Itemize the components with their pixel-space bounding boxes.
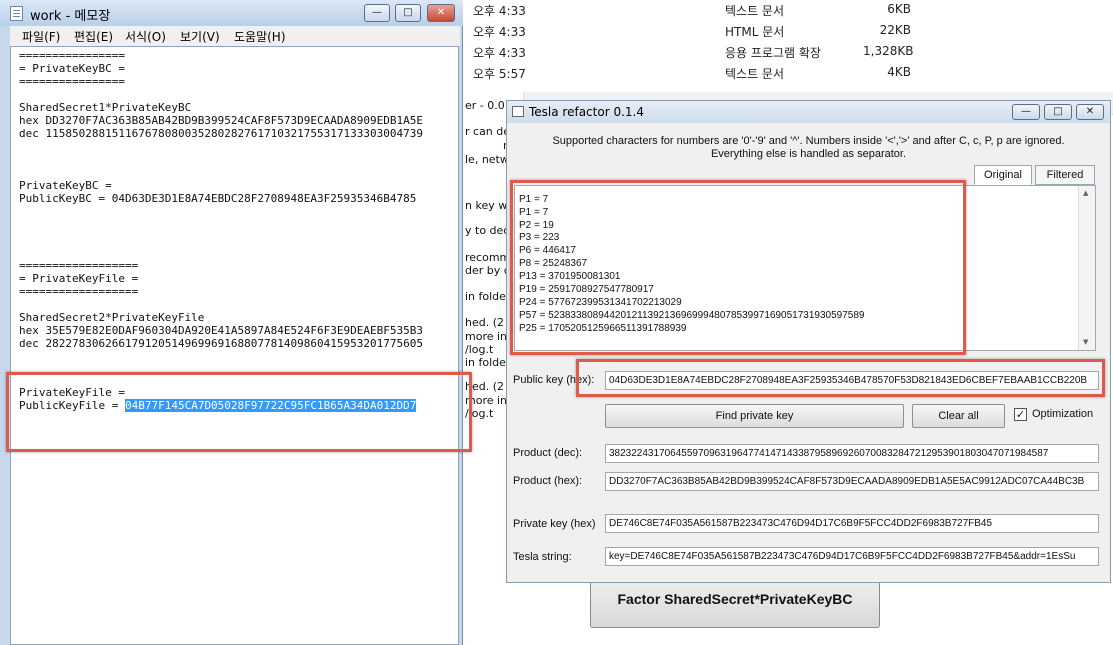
product-dec-field[interactable]: 3823224317064559709631964774147143387958…	[605, 444, 1099, 463]
file-time: 오후 5:57	[473, 67, 526, 81]
optimization-label: Optimization	[1032, 408, 1094, 420]
product-hex-field[interactable]: DD3270F7AC363B85AB42BD9B399524CAF8F573D9…	[605, 472, 1099, 491]
background-text-fragment: in folde	[465, 290, 506, 303]
background-text-fragment: in folde	[465, 356, 506, 369]
file-row[interactable]: 오후 4:33 HTML 문서 22KB	[463, 21, 1113, 42]
background-text-fragment: y to dec	[465, 224, 510, 237]
background-text-fragment: recomm	[465, 251, 511, 264]
text-line: SharedSecret1*PrivateKeyBC	[19, 101, 192, 114]
menu-file[interactable]: 파일(F)	[22, 28, 60, 45]
menu-help[interactable]: 도움말(H)	[234, 28, 286, 45]
vertical-scrollbar[interactable]: ▲ ▼	[1078, 186, 1095, 350]
text-line: ==================	[19, 285, 139, 298]
text-line: = PrivateKeyFile =	[19, 272, 139, 285]
file-type: 텍스트 문서	[725, 67, 785, 81]
text-line: SharedSecret2*PrivateKeyFile	[19, 311, 205, 324]
text-line: dec 282278306266179120514969969168807781…	[19, 337, 423, 350]
menu-format[interactable]: 서식(O)	[125, 28, 166, 45]
text-line: hex 35E579E82E0DAF960304DA920E41A5897A84…	[19, 324, 423, 337]
text-line: ================	[19, 49, 125, 62]
file-size: 4KB	[887, 65, 911, 79]
find-private-key-button[interactable]: Find private key	[605, 404, 904, 428]
file-time: 오후 4:33	[473, 46, 526, 60]
menu-view[interactable]: 보기(V)	[180, 28, 220, 45]
annotation-box-public-key-file	[6, 372, 472, 452]
tesla-string-label: Tesla string:	[513, 551, 572, 563]
file-row[interactable]: 오후 4:33 텍스트 문서 6KB	[463, 0, 1113, 21]
file-size: 6KB	[887, 2, 911, 16]
scroll-down-icon[interactable]: ▼	[1083, 338, 1088, 346]
file-size: 22KB	[879, 23, 911, 37]
notepad-titlebar[interactable]: work - 메모장 — □ ✕	[0, 0, 463, 26]
dialog-title: Tesla refactor 0.1.4	[529, 105, 644, 119]
notepad-window: work - 메모장 — □ ✕ 파일(F) 편집(E) 서식(O) 보기(V)…	[0, 0, 463, 645]
text-line: PublicKeyBC = 04D63DE3D1E8A74EBDC28F2708…	[19, 192, 417, 205]
text-line: ================	[19, 75, 125, 88]
info-text-line1: Supported characters for numbers are '0'…	[552, 135, 1065, 147]
text-line: hex DD3270F7AC363B85AB42BD9B399524CAF8F5…	[19, 114, 423, 127]
maximize-button[interactable]: □	[395, 4, 421, 22]
private-key-field[interactable]: DE746C8E74F035A561587B223473C476D94D17C6…	[605, 514, 1099, 533]
info-text-line2: Everything else is handled as separator.	[710, 148, 907, 160]
product-dec-label: Product (dec):	[513, 447, 583, 459]
background-text-fragment: r can de	[465, 125, 511, 138]
background-text-fragment: le, netw	[465, 153, 509, 166]
background-text-fragment: er - 0.0	[465, 99, 505, 112]
text-editor-area[interactable]: ================ = PrivateKeyBC = ======…	[10, 46, 459, 645]
annotation-box-primes	[510, 180, 966, 355]
close-button[interactable]: ✕	[427, 4, 455, 22]
tab-original[interactable]: Original	[974, 165, 1032, 185]
text-line: = PrivateKeyBC =	[19, 62, 125, 75]
file-time: 오후 4:33	[473, 25, 526, 39]
background-text-fragment: /log.t	[465, 343, 494, 356]
file-size: 1,328KB	[863, 44, 914, 58]
clear-all-button[interactable]: Clear all	[912, 404, 1005, 428]
minimize-button[interactable]: —	[1012, 104, 1040, 120]
file-type: 응용 프로그램 확장	[725, 46, 821, 60]
background-text-fragment: der by c	[465, 264, 510, 277]
menu-edit[interactable]: 편집(E)	[74, 28, 113, 45]
file-type: HTML 문서	[725, 25, 785, 39]
annotation-box-public-key	[576, 359, 1105, 397]
file-time: 오후 4:33	[473, 4, 526, 18]
private-key-label: Private key (hex)	[513, 518, 596, 530]
file-type: 텍스트 문서	[725, 4, 785, 18]
minimize-button[interactable]: —	[364, 4, 390, 22]
dialog-titlebar[interactable]: Tesla refactor 0.1.4 — □ ✕	[507, 101, 1110, 123]
tab-filtered[interactable]: Filtered	[1035, 165, 1095, 185]
scroll-up-icon[interactable]: ▲	[1083, 189, 1088, 197]
text-line: PrivateKeyBC =	[19, 179, 112, 192]
background-text-fragment: more inf	[465, 330, 511, 343]
file-row[interactable]: 오후 5:57 텍스트 문서 4KB	[463, 63, 1113, 84]
background-text-fragment: hed. (2	[465, 316, 505, 329]
tesla-string-field[interactable]: key=DE746C8E74F035A561587B223473C476D94D…	[605, 547, 1099, 566]
app-icon	[512, 106, 524, 117]
maximize-button[interactable]: □	[1044, 104, 1072, 120]
menu-bar: 파일(F) 편집(E) 서식(O) 보기(V) 도움말(H)	[10, 26, 460, 46]
product-hex-label: Product (hex):	[513, 475, 583, 487]
text-line: dec 115850288151167678080035280282761710…	[19, 127, 423, 140]
text-line: ==================	[19, 259, 139, 272]
close-button[interactable]: ✕	[1076, 104, 1104, 120]
file-row[interactable]: 오후 4:33 응용 프로그램 확장 1,328KB	[463, 42, 1113, 63]
notepad-icon	[10, 6, 23, 21]
optimization-checkbox[interactable]: ✓	[1014, 408, 1027, 421]
window-title: work - 메모장	[30, 9, 111, 24]
